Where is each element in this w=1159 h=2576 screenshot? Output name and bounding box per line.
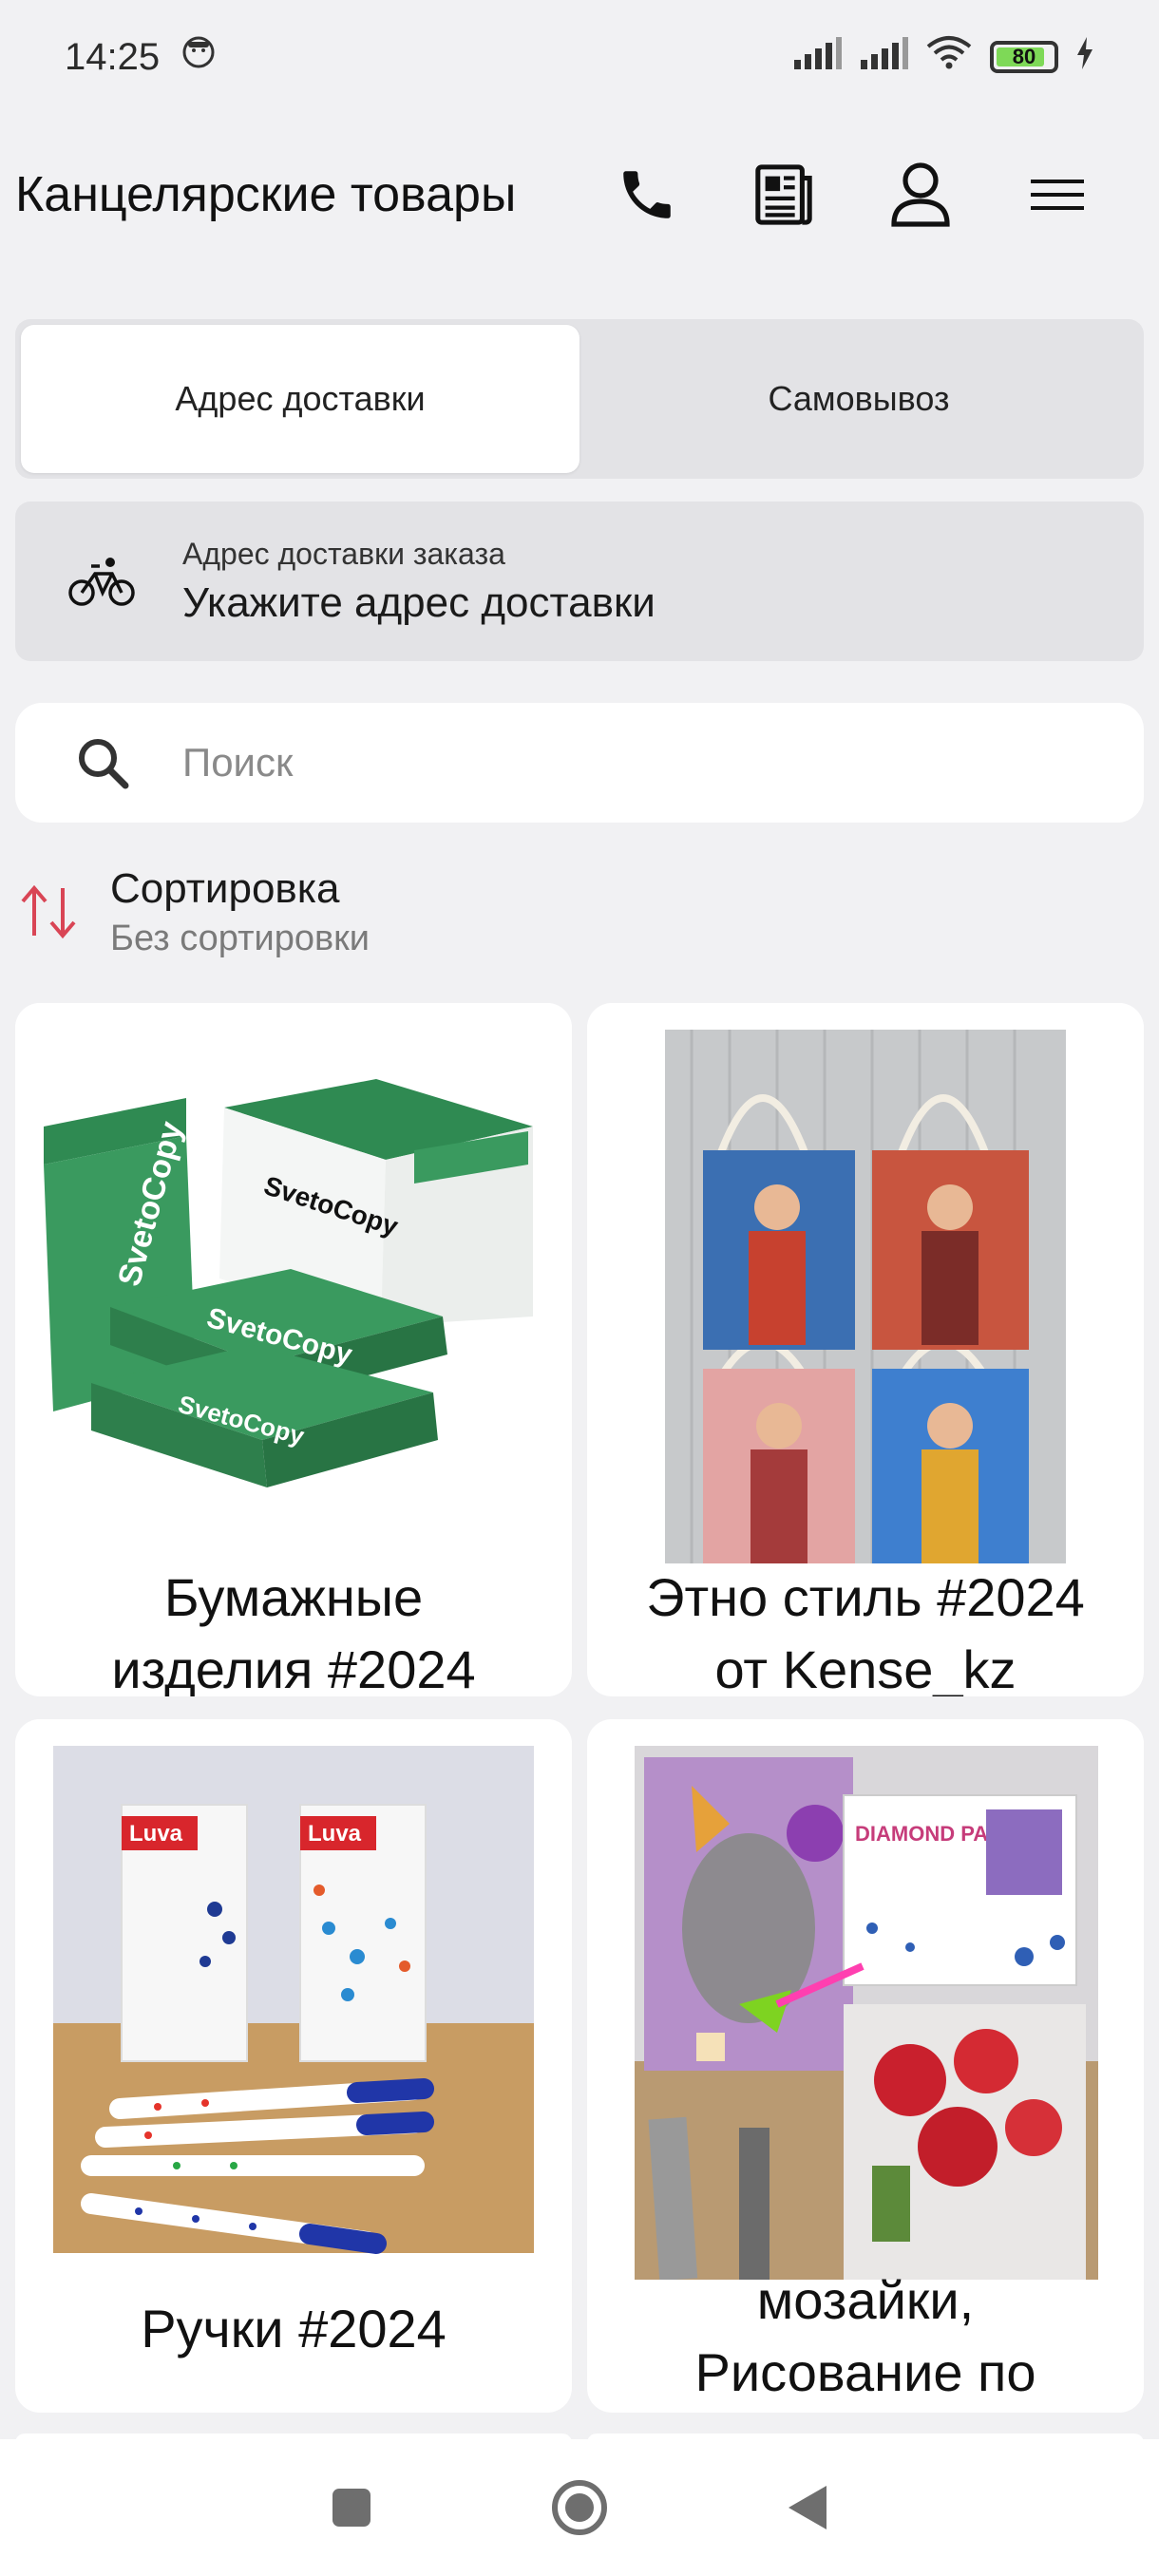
svg-text:Luva: Luva: [129, 1821, 183, 1847]
sort-arrows-icon: [21, 884, 76, 939]
category-card-paper[interactable]: SvetoCopy SvetoCopy SvetoCopy SvetoCopy …: [15, 1003, 572, 1696]
phone-icon[interactable]: [614, 161, 680, 228]
category-title-line: Ручки #2024: [141, 2299, 446, 2358]
ethno-bags-image: [587, 1003, 1144, 1563]
address-caption: Адрес доставки заказа: [182, 536, 505, 571]
sort-value: Без сортировки: [110, 918, 370, 958]
battery-indicator: 80: [990, 41, 1058, 73]
delivery-address-selector[interactable]: Адрес доставки заказа Укажите адрес дост…: [15, 502, 1144, 661]
signal-icon-2: [859, 36, 908, 79]
app-header: Канцелярские товары: [0, 142, 1159, 247]
pens-product-image: Luva Luva: [15, 1719, 572, 2289]
user-icon[interactable]: [887, 161, 954, 228]
category-title-line: изделия #2024: [111, 1639, 476, 1696]
home-button[interactable]: [542, 2470, 618, 2546]
diamond-painting-image: DIAMOND PAINTING: [587, 1719, 1144, 2280]
charging-icon: [1075, 36, 1094, 79]
search-bar: [15, 703, 1144, 823]
category-card-mosaics[interactable]: DIAMOND PAINTING мозайки, Рисование по: [587, 1719, 1144, 2413]
notification-icon: [180, 34, 217, 80]
category-card-ethno[interactable]: Этно стиль #2024 от Kense_kz: [587, 1003, 1144, 1696]
back-button[interactable]: [770, 2470, 846, 2546]
svg-text:Luva: Luva: [308, 1821, 362, 1847]
page-title: Канцелярские товары: [15, 167, 517, 222]
sort-title: Сортировка: [110, 864, 340, 912]
search-input[interactable]: [180, 739, 1144, 786]
signal-icon: [792, 36, 842, 79]
category-title-line: Бумажные: [163, 1567, 424, 1627]
search-icon: [79, 739, 129, 789]
tab-pickup[interactable]: Самовывоз: [580, 325, 1138, 473]
news-icon[interactable]: [750, 161, 817, 228]
sort-selector[interactable]: Сортировка Без сортировки: [15, 855, 680, 969]
category-title-line: Рисование по: [694, 2342, 1036, 2402]
paper-product-image: SvetoCopy SvetoCopy SvetoCopy SvetoCopy: [15, 1003, 572, 1563]
category-title-line: Этно стиль #2024: [646, 1567, 1085, 1627]
address-value: Укажите адрес доставки: [182, 578, 656, 626]
menu-icon[interactable]: [1024, 161, 1091, 228]
category-title-line: мозайки,: [756, 2270, 975, 2330]
recent-apps-button[interactable]: [314, 2470, 390, 2546]
system-navigation-bar: [0, 2439, 1159, 2576]
delivery-mode-tabs: Адрес доставки Самовывоз: [15, 319, 1144, 479]
status-bar: 14:25 80: [0, 0, 1159, 114]
category-title-line: от Kense_kz: [714, 1639, 1016, 1696]
bicycle-icon: [59, 539, 144, 624]
wifi-icon: [925, 35, 973, 79]
tab-delivery-address[interactable]: Адрес доставки: [21, 325, 580, 473]
status-time: 14:25: [65, 35, 161, 78]
category-card-pens[interactable]: Luva Luva Ручки #2024: [15, 1719, 572, 2413]
